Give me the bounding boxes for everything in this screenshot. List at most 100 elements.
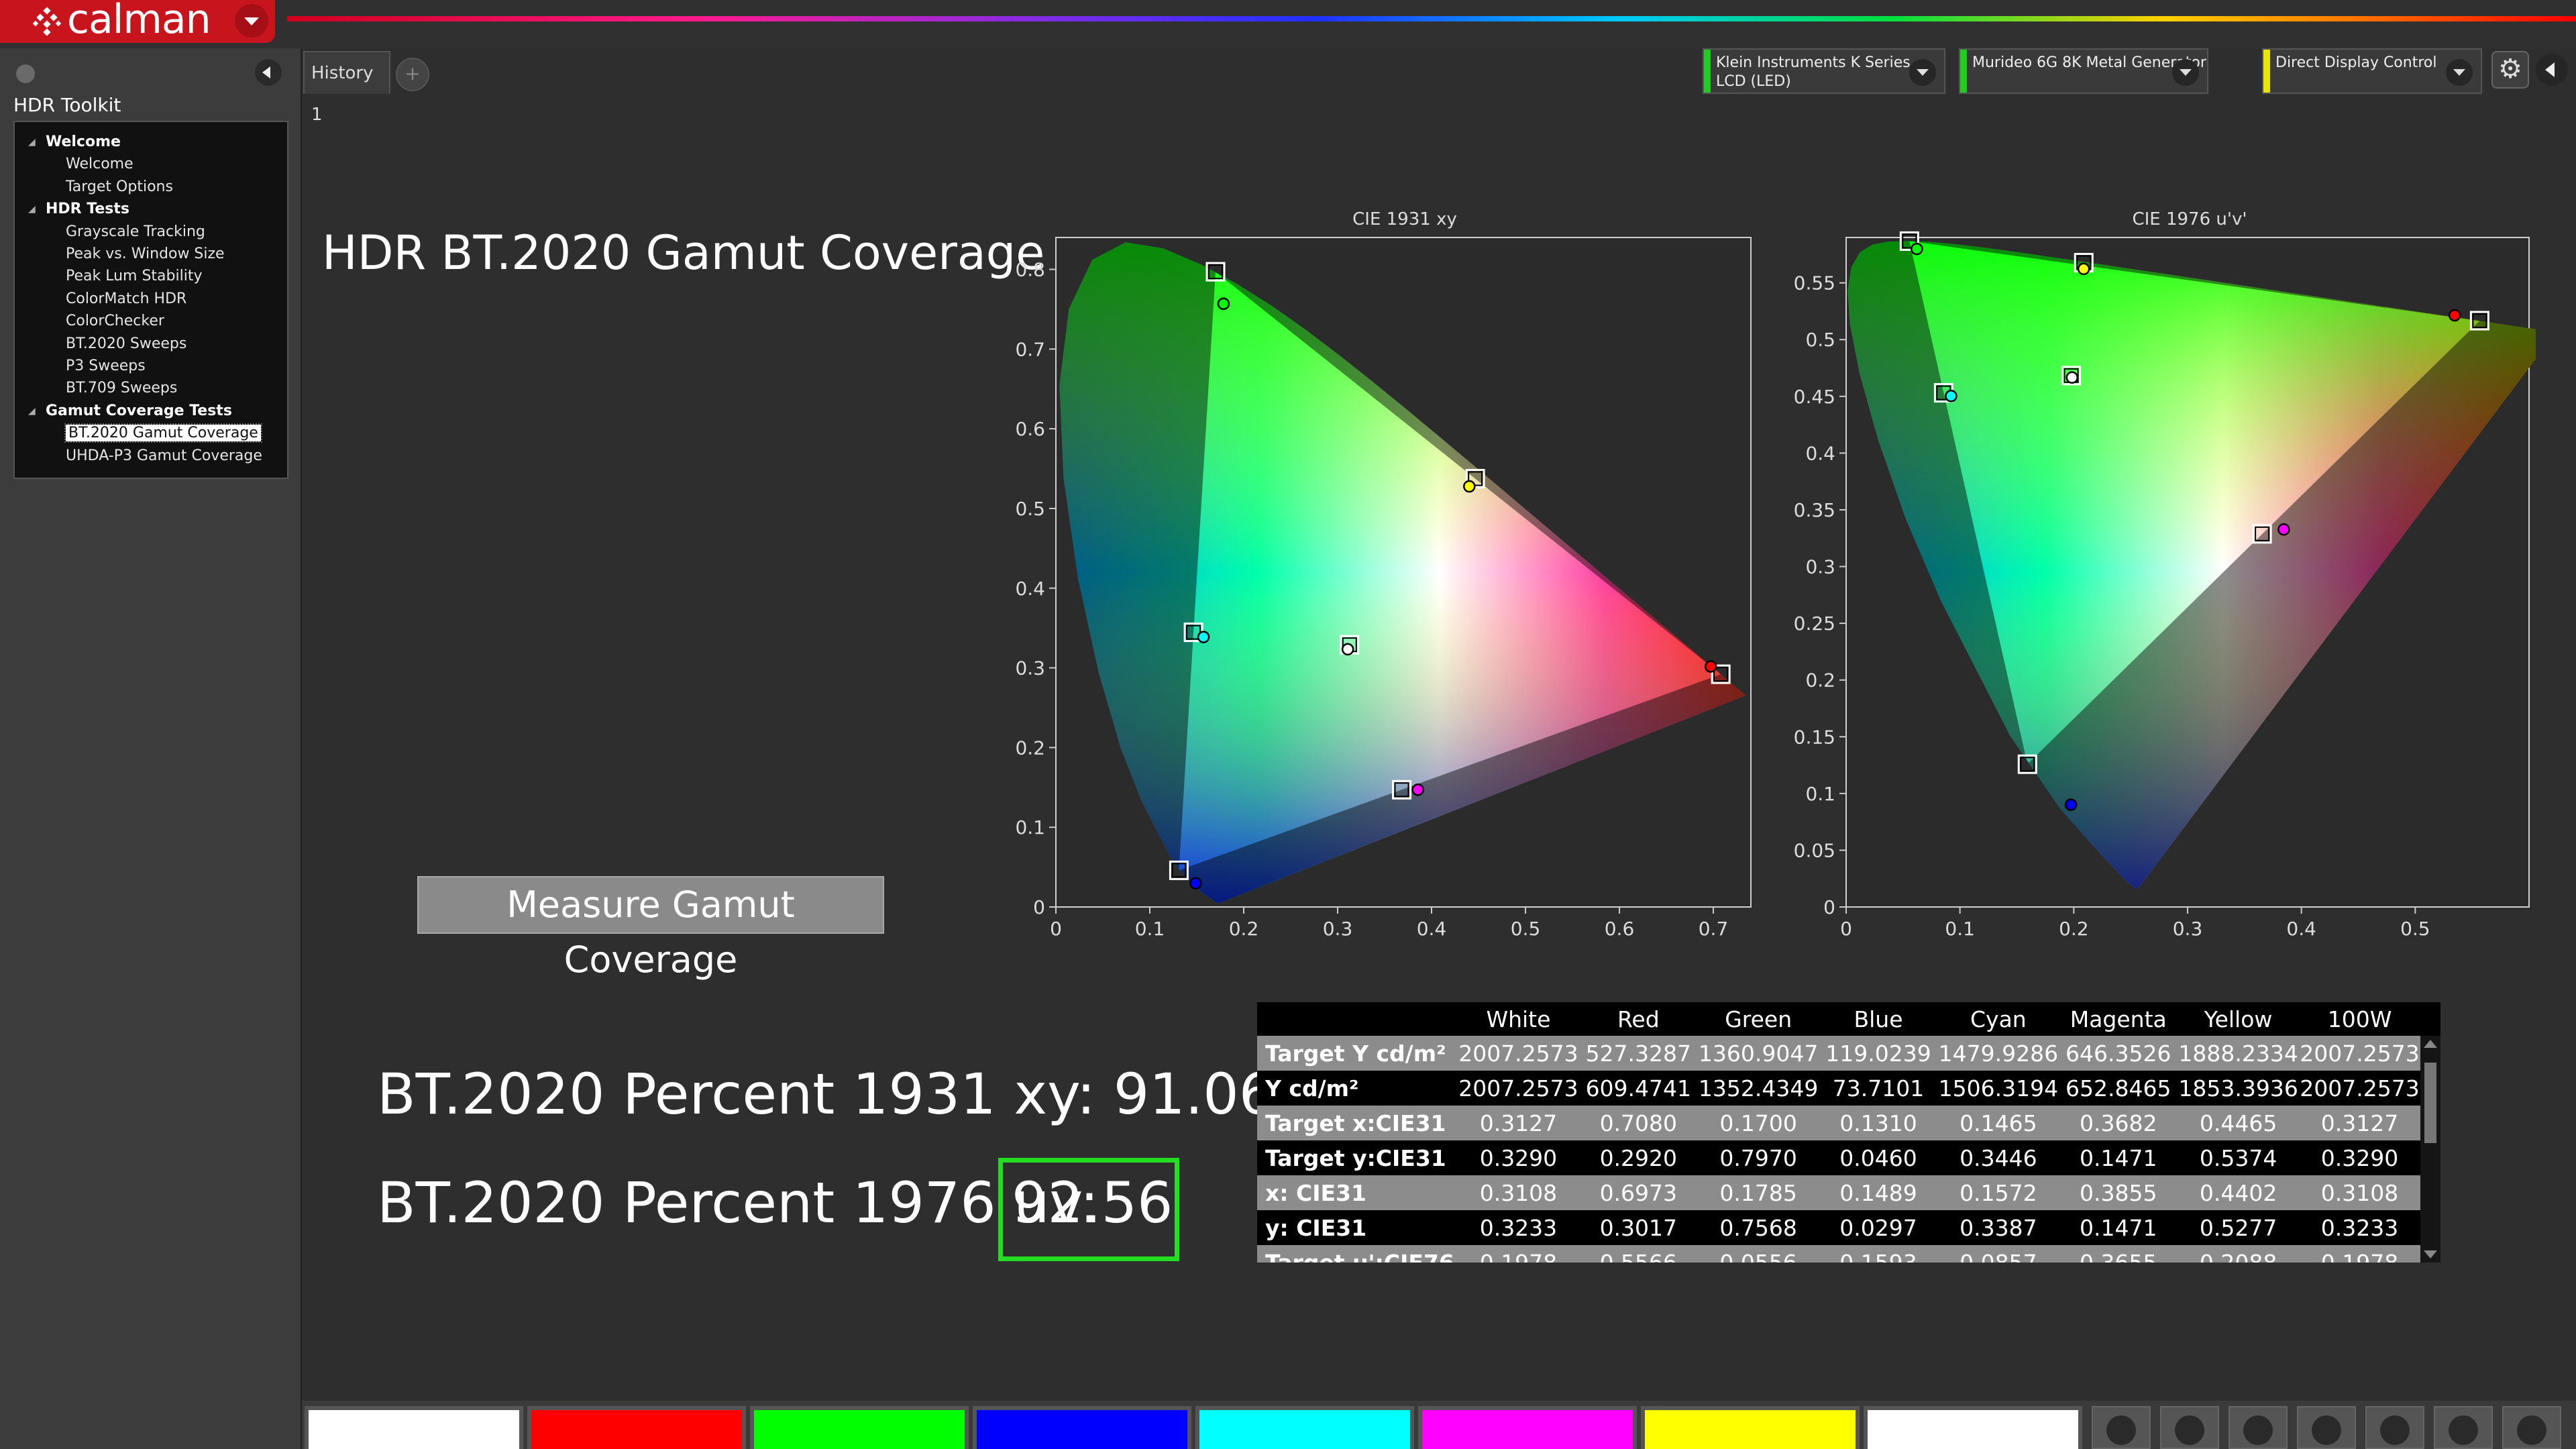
color-patch-button[interactable] xyxy=(973,1406,1191,1449)
table-cell: 0.3233 xyxy=(1458,1210,1579,1245)
y-tick-label: 0.6 xyxy=(1015,418,1045,440)
scroll-thumb[interactable] xyxy=(2424,1063,2436,1143)
measure-gamut-coverage-button[interactable]: Measure Gamut Coverage xyxy=(417,876,884,981)
color-patch-button[interactable] xyxy=(1418,1406,1637,1449)
table-cell: 0.3017 xyxy=(1578,1210,1698,1245)
table-cell: 0.3233 xyxy=(2299,1210,2420,1245)
up-arrow-icon[interactable] xyxy=(2092,1406,2151,1449)
more-icon[interactable] xyxy=(2502,1406,2561,1449)
fit-icon[interactable] xyxy=(2297,1406,2356,1449)
table-cell: 2007.2573 xyxy=(1458,1071,1579,1106)
row-label: Y cd/m² xyxy=(1257,1071,1458,1106)
table-cell: 0.1465 xyxy=(1937,1106,2059,1140)
infinity-icon[interactable] xyxy=(2365,1406,2424,1449)
tree-item[interactable]: Peak Lum Stability xyxy=(66,267,203,286)
expand-triangle-icon[interactable]: ◢ xyxy=(28,200,36,219)
table-cell: 0.5566 xyxy=(1578,1245,1698,1263)
table-cell: 0.4402 xyxy=(2178,1175,2300,1210)
workflow-tree: Welcome ◢ Welcome Target Options HDR Tests ◢ G… xyxy=(13,121,288,479)
y-tick-label: 0.45 xyxy=(1794,386,1835,408)
x-tick-label: 0.2 xyxy=(2059,918,2089,940)
refresh-icon[interactable] xyxy=(2434,1406,2493,1449)
color-patch-button[interactable] xyxy=(1195,1406,1414,1449)
x-tick-label: 0 xyxy=(1050,918,1062,940)
calman-logo[interactable]: calman xyxy=(0,0,275,43)
pct-1976-label: BT.2020 Percent 1976 uv: xyxy=(377,1170,1099,1236)
color-patch-button[interactable] xyxy=(750,1406,969,1449)
measured-point xyxy=(1911,242,1923,256)
tree-item[interactable]: BT.2020 Sweeps xyxy=(66,335,186,354)
expand-triangle-icon[interactable]: ◢ xyxy=(28,402,36,421)
color-patch-button[interactable] xyxy=(1864,1406,2082,1449)
color-patch-button[interactable] xyxy=(527,1406,746,1449)
display-device-selector[interactable]: Direct Display Control xyxy=(2262,48,2482,94)
color-patch-button[interactable] xyxy=(1641,1406,1860,1449)
expand-triangle-icon[interactable]: ◢ xyxy=(28,133,36,152)
column-header: 100W xyxy=(2327,1006,2392,1032)
panel-pin-icon[interactable] xyxy=(16,64,35,83)
table-cell: 0.3108 xyxy=(2299,1175,2420,1210)
measured-point xyxy=(1189,877,1202,890)
y-tick-label: 0.1 xyxy=(1015,816,1045,839)
play-icon[interactable] xyxy=(2229,1406,2288,1449)
table-cell: 0.1785 xyxy=(1697,1175,1819,1210)
tree-item-label: Gamut Coverage Tests xyxy=(46,402,232,419)
table-cell: 1352.4349 xyxy=(1697,1071,1819,1106)
table-cell: 0.3855 xyxy=(2059,1175,2178,1210)
tab-history-1[interactable]: History 1 xyxy=(303,51,390,125)
tree-item[interactable]: Welcome xyxy=(66,155,133,174)
tree-group[interactable]: Welcome xyxy=(46,133,121,152)
chevron-down-icon[interactable] xyxy=(1909,59,1936,86)
table-cell: 0.0857 xyxy=(1937,1245,2059,1263)
x-tick-label: 0.6 xyxy=(1605,918,1635,940)
table-cell: 0.1471 xyxy=(2059,1210,2178,1245)
table-cell: 0.1700 xyxy=(1697,1106,1819,1140)
y-tick-label: 0.55 xyxy=(1794,272,1835,294)
stop-icon[interactable] xyxy=(2160,1406,2219,1449)
table-cell: 0.7568 xyxy=(1697,1210,1819,1245)
generator-device-selector[interactable]: Murideo 6G 8K Metal Generator xyxy=(1959,48,2208,94)
collapse-right-panel-icon[interactable] xyxy=(2536,54,2568,86)
scroll-up-icon[interactable] xyxy=(2424,1040,2437,1048)
column-header: Blue xyxy=(1854,1006,1903,1032)
tree-item[interactable]: ColorMatch HDR xyxy=(66,290,186,309)
tree-item[interactable]: ColorChecker xyxy=(66,312,164,331)
add-tab-button[interactable]: + xyxy=(396,58,429,91)
app-menu-chevron-icon[interactable] xyxy=(235,4,268,38)
tree-item[interactable]: Grayscale Tracking xyxy=(66,223,205,241)
measured-point xyxy=(2077,262,2090,276)
table-cell: 1479.9286 xyxy=(1937,1036,2059,1071)
tree-item[interactable]: UHDA-P3 Gamut Coverage xyxy=(66,447,262,466)
chevron-down-icon[interactable] xyxy=(2446,59,2473,86)
tree-item[interactable]: Peak vs. Window Size xyxy=(66,245,225,264)
tree-group[interactable]: HDR Tests xyxy=(46,200,129,219)
tree-item[interactable]: P3 Sweeps xyxy=(66,357,146,376)
table-cell: 0.6973 xyxy=(1578,1175,1698,1210)
y-tick-label: 0.5 xyxy=(1015,498,1045,520)
workflow-title: HDR Toolkit xyxy=(13,94,121,116)
table-cell: 0.3108 xyxy=(1458,1175,1579,1210)
meter-device-selector[interactable]: Klein Instruments K Series LCD (LED) xyxy=(1703,48,1945,94)
table-cell: 2007.2573 xyxy=(1458,1036,1579,1071)
y-tick-label: 0.2 xyxy=(1015,737,1045,759)
tree-item-label: UHDA-P3 Gamut Coverage xyxy=(66,447,262,464)
measured-point xyxy=(2065,371,2079,384)
table-cell: 0.0556 xyxy=(1697,1245,1819,1263)
color-patch-button[interactable] xyxy=(305,1406,523,1449)
column-header: White xyxy=(1486,1006,1551,1032)
settings-gear-icon[interactable]: ⚙ xyxy=(2491,51,2529,89)
scroll-down-icon[interactable] xyxy=(2424,1250,2437,1258)
chevron-down-icon[interactable] xyxy=(2172,59,2199,86)
collapse-left-panel-icon[interactable] xyxy=(255,59,282,86)
device-status-bar xyxy=(1704,50,1711,93)
tree-item[interactable]: BT.2020 Gamut Coverage xyxy=(64,423,262,443)
table-scrollbar[interactable] xyxy=(2420,1036,2440,1263)
tree-group[interactable]: Gamut Coverage Tests xyxy=(46,402,232,421)
table-cell: 0.4465 xyxy=(2178,1106,2300,1140)
tree-item[interactable]: Target Options xyxy=(66,178,173,197)
tree-item[interactable]: BT.709 Sweeps xyxy=(66,379,177,398)
table-cell: 0.5277 xyxy=(2178,1210,2300,1245)
y-tick-label: 0.3 xyxy=(1805,556,1835,578)
control-knob xyxy=(2312,1415,2341,1445)
x-tick-label: 0.3 xyxy=(1323,918,1353,940)
